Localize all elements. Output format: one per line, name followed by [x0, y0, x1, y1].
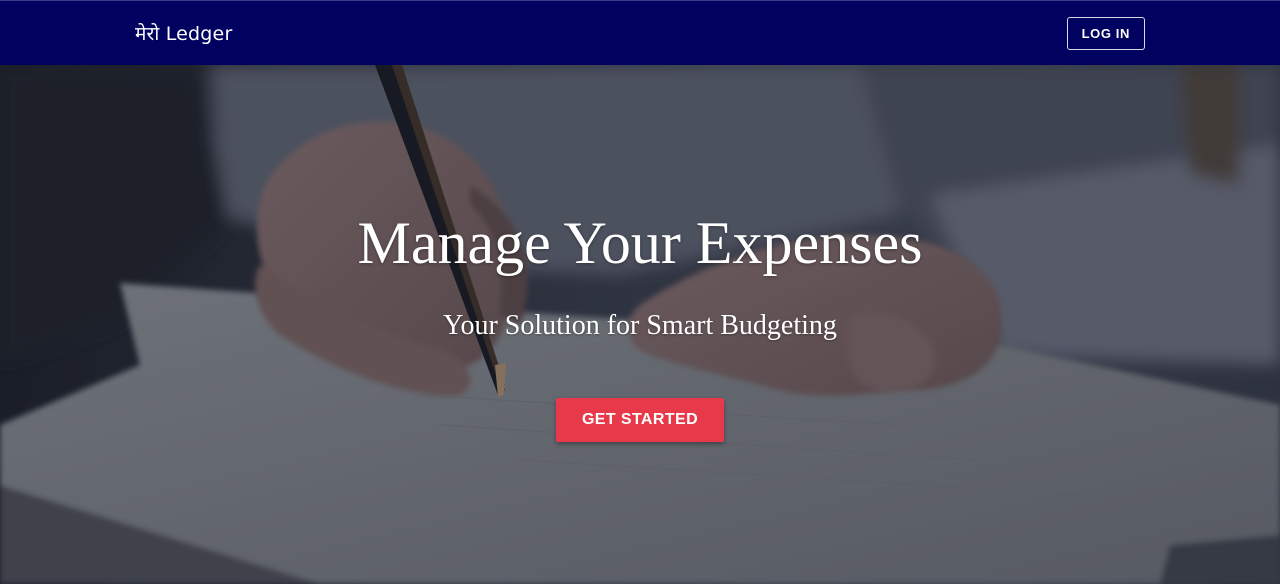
hero-content: Manage Your Expenses Your Solution for S…: [0, 65, 1280, 584]
brand-logo[interactable]: मेरो Ledger: [135, 20, 232, 46]
top-navbar: मेरो Ledger LOG IN: [0, 0, 1280, 65]
hero-subtitle: Your Solution for Smart Budgeting: [443, 310, 837, 341]
hero-section: Manage Your Expenses Your Solution for S…: [0, 65, 1280, 584]
login-button[interactable]: LOG IN: [1066, 16, 1145, 50]
get-started-button[interactable]: GET STARTED: [556, 398, 724, 442]
hero-title: Manage Your Expenses: [357, 210, 923, 276]
